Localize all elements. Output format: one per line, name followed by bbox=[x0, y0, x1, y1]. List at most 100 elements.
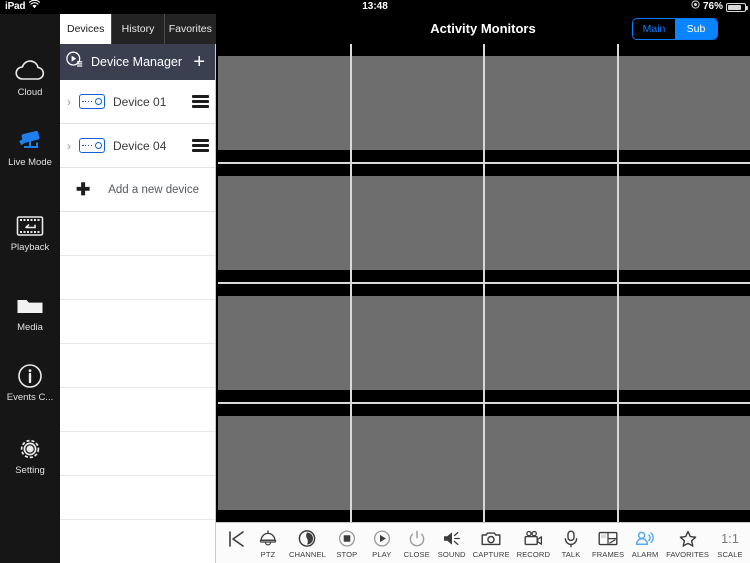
sidebar-label-events-center: Events C... bbox=[6, 392, 54, 403]
device-list-item[interactable]: › Device 04 bbox=[60, 124, 215, 168]
video-surface bbox=[218, 176, 350, 270]
gear-icon bbox=[16, 434, 44, 464]
sidebar-item-playback[interactable]: Playback bbox=[0, 211, 60, 257]
video-surface bbox=[618, 176, 750, 270]
toolbar-label-stop: STOP bbox=[336, 549, 358, 559]
toolbar-button-ptz[interactable]: PTZ bbox=[254, 529, 282, 559]
skip-to-start-icon[interactable] bbox=[222, 529, 252, 557]
frames-layout-icon bbox=[597, 529, 619, 549]
sidebar-item-live-mode[interactable]: Live Mode bbox=[0, 126, 60, 172]
video-pane[interactable] bbox=[218, 164, 350, 282]
channel-dial-icon bbox=[297, 529, 317, 549]
video-pane[interactable] bbox=[218, 284, 350, 402]
stop-icon bbox=[337, 529, 357, 549]
toolbar-label-sound: SOUND bbox=[437, 549, 466, 559]
app-root: iPad 13:48 76% Cloud Live Mode Playback … bbox=[0, 0, 750, 563]
video-pane[interactable] bbox=[618, 404, 750, 522]
toolbar-label-close: CLOSE bbox=[403, 549, 430, 559]
video-grid bbox=[218, 44, 750, 522]
toolbar-button-play[interactable]: PLAY bbox=[368, 529, 396, 559]
video-pane[interactable] bbox=[351, 44, 483, 162]
sidebar-label-setting: Setting bbox=[15, 465, 45, 476]
sidebar-rail: Cloud Live Mode Playback Media Events C.… bbox=[0, 14, 60, 563]
video-surface bbox=[218, 416, 350, 510]
toolbar-button-frames[interactable]: FRAMES bbox=[592, 529, 624, 559]
video-pane[interactable] bbox=[485, 164, 617, 282]
video-pane[interactable] bbox=[485, 44, 617, 162]
video-surface bbox=[218, 56, 350, 150]
video-surface bbox=[218, 296, 350, 390]
chevron-right-icon[interactable]: › bbox=[64, 95, 74, 109]
video-pane[interactable] bbox=[218, 404, 350, 522]
stream-type-toggle[interactable]: Main Sub bbox=[632, 18, 718, 40]
bottom-toolbar: PTZ CHANNEL STOP PLAY CLOSE SOUND CAPTUR… bbox=[216, 522, 750, 563]
toolbar-label-alarm: ALARM bbox=[631, 549, 659, 559]
hamburger-menu-icon[interactable] bbox=[192, 139, 209, 152]
toolbar-button-stop[interactable]: STOP bbox=[333, 529, 361, 559]
device-name-label: Device 04 bbox=[113, 138, 167, 153]
sidebar-item-events-center[interactable]: Events C... bbox=[0, 361, 60, 407]
star-icon bbox=[678, 529, 698, 549]
toolbar-label-scale: SCALE bbox=[717, 549, 743, 559]
plus-icon: ✚ bbox=[75, 179, 91, 199]
toolbar-button-talk[interactable]: TALK bbox=[557, 529, 585, 559]
video-pane[interactable] bbox=[485, 404, 617, 522]
toolbar-button-sound[interactable]: SOUND bbox=[438, 529, 466, 559]
toolbar-button-close[interactable]: CLOSE bbox=[403, 529, 431, 559]
device-list-item[interactable]: › Device 01 bbox=[60, 80, 215, 124]
video-grid-container bbox=[216, 44, 750, 522]
speaker-icon bbox=[441, 529, 463, 549]
scale-ratio-icon: 1:1 bbox=[720, 531, 740, 546]
folder-icon bbox=[15, 291, 45, 321]
sidebar-item-cloud[interactable]: Cloud bbox=[0, 56, 60, 102]
location-services-icon bbox=[691, 0, 700, 14]
video-surface bbox=[351, 296, 483, 390]
cloud-icon bbox=[13, 56, 47, 86]
status-bar-right: 76% bbox=[691, 0, 748, 14]
battery-icon bbox=[726, 2, 748, 12]
list-item bbox=[60, 432, 215, 476]
video-pane[interactable] bbox=[485, 284, 617, 402]
battery-percent-label: 76% bbox=[702, 1, 723, 12]
video-pane[interactable] bbox=[218, 44, 350, 162]
sidebar-label-cloud: Cloud bbox=[17, 87, 43, 98]
video-surface bbox=[485, 56, 617, 150]
add-new-device-label: Add a new device bbox=[108, 183, 200, 196]
video-surface bbox=[618, 56, 750, 150]
info-circle-icon bbox=[17, 361, 43, 391]
status-bar-clock: 13:48 bbox=[362, 1, 388, 12]
camera-icon bbox=[480, 529, 502, 549]
video-surface bbox=[485, 176, 617, 270]
segment-sub[interactable]: Sub bbox=[675, 19, 717, 39]
film-replay-icon bbox=[15, 211, 45, 241]
toolbar-label-record: RECORD bbox=[516, 549, 551, 559]
hamburger-menu-icon[interactable] bbox=[192, 95, 209, 108]
toolbar-button-scale[interactable]: 1:1 SCALE bbox=[716, 529, 744, 559]
video-pane[interactable] bbox=[618, 164, 750, 282]
add-device-plus-icon[interactable]: + bbox=[191, 52, 207, 72]
segment-main[interactable]: Main bbox=[633, 19, 675, 39]
toolbar-button-capture[interactable]: CAPTURE bbox=[473, 529, 510, 559]
dvr-device-icon bbox=[79, 94, 105, 109]
sidebar-item-setting[interactable]: Setting bbox=[0, 434, 60, 480]
toolbar-button-record[interactable]: RECORD bbox=[517, 529, 551, 559]
sidebar-label-playback: Playback bbox=[10, 242, 50, 253]
tab-history[interactable]: History bbox=[112, 14, 165, 44]
video-pane[interactable] bbox=[351, 404, 483, 522]
video-pane[interactable] bbox=[351, 164, 483, 282]
video-pane[interactable] bbox=[351, 284, 483, 402]
toolbar-label-ptz: PTZ bbox=[260, 549, 276, 559]
ios-status-bar: iPad 13:48 76% bbox=[0, 0, 750, 14]
video-pane[interactable] bbox=[618, 284, 750, 402]
tab-devices[interactable]: Devices bbox=[60, 14, 113, 44]
toolbar-button-favorites[interactable]: FAVORITES bbox=[666, 529, 709, 559]
tab-favorites[interactable]: Favorites bbox=[164, 14, 216, 44]
video-surface bbox=[351, 56, 483, 150]
add-new-device-row[interactable]: ✚ Add a new device bbox=[60, 168, 215, 212]
video-pane[interactable] bbox=[618, 44, 750, 162]
sidebar-item-media[interactable]: Media bbox=[0, 291, 60, 337]
toolbar-button-channel[interactable]: CHANNEL bbox=[289, 529, 326, 559]
chevron-right-icon[interactable]: › bbox=[64, 139, 74, 153]
video-camera-icon bbox=[522, 529, 544, 549]
toolbar-button-alarm[interactable]: ALARM bbox=[631, 529, 659, 559]
